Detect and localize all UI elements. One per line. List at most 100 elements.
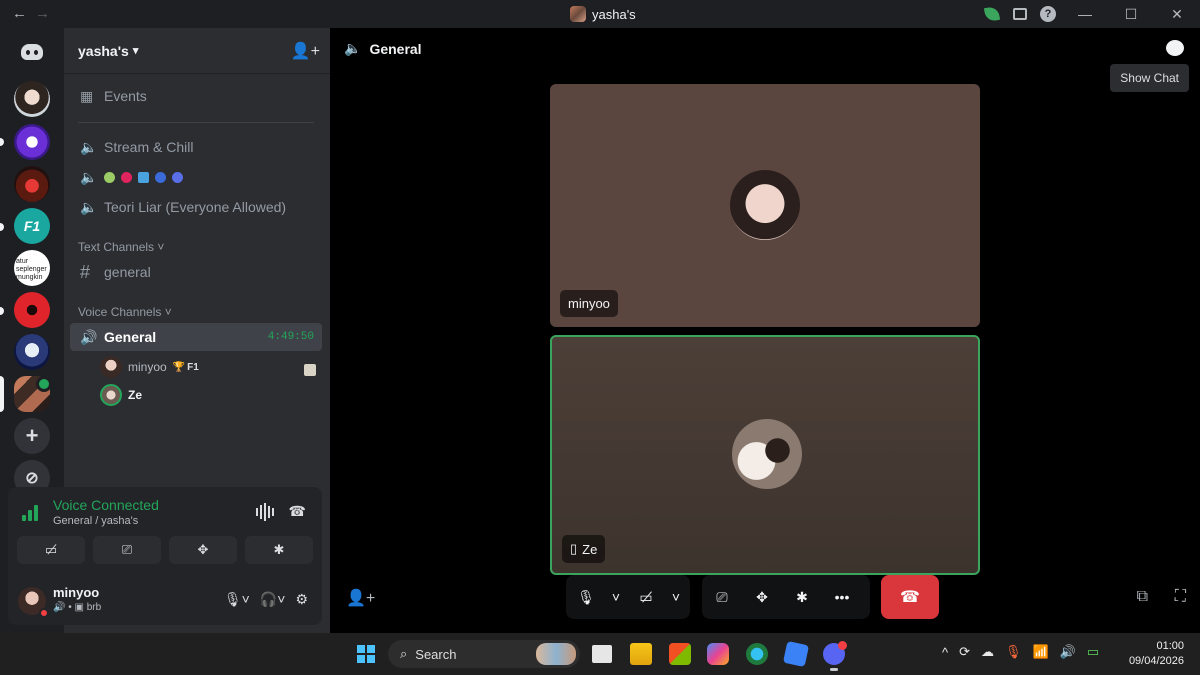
chevron-down-icon[interactable]: ˅ bbox=[606, 589, 626, 605]
voice-channel-general[interactable]: 🔊 General 4:49:50 bbox=[70, 323, 322, 351]
channel-label: Teori Liar (Everyone Allowed) bbox=[104, 199, 287, 215]
server-monster[interactable] bbox=[14, 166, 50, 202]
text-channel-general[interactable]: # general bbox=[70, 258, 322, 286]
chat-bubble-icon[interactable] bbox=[1166, 40, 1184, 56]
tile-name: minyoo bbox=[568, 296, 610, 311]
discord-home-icon[interactable] bbox=[14, 34, 50, 70]
speaker-icon: 🔈 bbox=[344, 40, 362, 56]
windows-start-icon[interactable] bbox=[357, 645, 375, 663]
wifi-icon[interactable]: 📶 bbox=[1033, 644, 1049, 660]
channel-label: general bbox=[104, 264, 151, 280]
server-portrait[interactable] bbox=[14, 81, 50, 117]
chevron-up-icon[interactable]: ^ bbox=[942, 645, 948, 660]
user-tag: F1 bbox=[187, 361, 199, 373]
user-panel: minyoo 🔊 • ▣ brb 🎙˅ 🎧˅ ⚙ bbox=[8, 579, 322, 619]
invite-people-icon[interactable]: 👤+ bbox=[291, 41, 320, 61]
speaker-icon: 🔈 bbox=[80, 168, 98, 185]
nameplate: ▯ Ze bbox=[562, 535, 606, 563]
maximize-button[interactable]: ☐ bbox=[1108, 6, 1154, 23]
channel-events[interactable]: ▦ Events bbox=[70, 82, 322, 110]
date: 09/04/2026 bbox=[1128, 655, 1184, 667]
system-tray: ^ ⟳ ☁ 🎙 📶 🔊 ▭ bbox=[942, 644, 1099, 660]
server-name: yasha's bbox=[78, 42, 129, 59]
chevron-down-icon[interactable]: ˅ bbox=[666, 589, 686, 605]
avatar bbox=[730, 170, 800, 240]
stage-title: General bbox=[369, 40, 422, 57]
camera-off-button[interactable]: ▭̸ bbox=[17, 536, 85, 564]
noise-suppression-icon[interactable] bbox=[256, 503, 274, 521]
voice-status[interactable]: Voice Connected bbox=[53, 497, 159, 513]
voice-user-name: Ze bbox=[128, 388, 143, 402]
headphones-icon[interactable]: 🎧˅ bbox=[260, 591, 286, 608]
copilot-icon[interactable] bbox=[707, 643, 729, 665]
selected-pill bbox=[0, 376, 4, 412]
sync-icon[interactable]: ⟳ bbox=[959, 644, 970, 660]
edge-icon[interactable] bbox=[746, 643, 768, 665]
share-screen-button[interactable]: ⎚ bbox=[702, 589, 742, 606]
arrow-left-icon[interactable]: ← bbox=[12, 5, 35, 22]
clock[interactable]: 01:00 09/04/2026 bbox=[1129, 639, 1184, 669]
search-input[interactable]: ⌕ Search bbox=[388, 640, 580, 668]
file-explorer-icon[interactable] bbox=[630, 643, 652, 665]
close-button[interactable]: ✕ bbox=[1154, 6, 1200, 23]
text-channels-category[interactable]: Text Channels ˅ bbox=[78, 240, 164, 254]
add-user-icon[interactable]: 👤+ bbox=[346, 588, 375, 608]
events-label: Events bbox=[104, 88, 147, 104]
microphone-button[interactable]: 🎙 bbox=[566, 589, 606, 606]
tile-name: Ze bbox=[582, 541, 598, 557]
server-text[interactable]: atur seplenger mungkin bbox=[14, 250, 50, 286]
fullscreen-icon[interactable]: ⛶ bbox=[1175, 588, 1186, 606]
task-view-icon[interactable] bbox=[592, 645, 612, 663]
voice-channel-teori[interactable]: 🔈 Teori Liar (Everyone Allowed) bbox=[70, 193, 322, 221]
share-screen-button[interactable]: ⎚ bbox=[93, 536, 161, 564]
roblox-icon[interactable] bbox=[782, 640, 810, 668]
video-tile-minyoo[interactable]: minyoo bbox=[550, 84, 980, 327]
microphone-icon[interactable]: 🎙˅ bbox=[224, 591, 250, 608]
volume-icon[interactable]: 🔊 bbox=[1060, 644, 1076, 660]
voice-user-minyoo[interactable]: minyoo 🏆 F1 bbox=[100, 355, 199, 379]
time: 01:00 bbox=[1156, 640, 1184, 652]
cloud-icon[interactable]: ☁ bbox=[981, 644, 994, 660]
minimize-button[interactable]: — bbox=[1062, 6, 1108, 22]
voice-location[interactable]: General / yasha's bbox=[53, 515, 138, 527]
server-skeleton[interactable] bbox=[14, 334, 50, 370]
popout-icon[interactable]: ⧉ bbox=[1137, 588, 1148, 606]
soundboard-button[interactable]: ✱ bbox=[782, 589, 822, 606]
server-f1[interactable]: F1 bbox=[14, 208, 50, 244]
activities-button[interactable]: ✥ bbox=[742, 589, 782, 606]
add-server-icon[interactable]: + bbox=[14, 418, 50, 454]
disconnect-icon[interactable]: ☎ bbox=[289, 503, 306, 520]
window-title-text: yasha's bbox=[592, 6, 636, 22]
server-purple[interactable] bbox=[14, 124, 50, 160]
settings-gear-icon[interactable]: ⚙ bbox=[295, 591, 308, 608]
help-icon[interactable]: ? bbox=[1034, 0, 1062, 28]
server-red[interactable] bbox=[14, 292, 50, 328]
user-status: 🔊 • ▣ brb bbox=[53, 602, 102, 613]
soundboard-button[interactable]: ✱ bbox=[245, 536, 313, 564]
end-call-button[interactable]: ☎ bbox=[881, 575, 939, 619]
voice-channel-emoji[interactable]: 🔈 bbox=[70, 163, 322, 191]
nitro-leaf-icon[interactable] bbox=[978, 0, 1006, 28]
signal-icon[interactable] bbox=[22, 505, 40, 521]
video-tile-ze[interactable]: ▯ Ze bbox=[550, 335, 980, 575]
inbox-icon[interactable] bbox=[1006, 0, 1034, 28]
emoji-label bbox=[104, 171, 183, 183]
voice-channel-stream[interactable]: 🔈 Stream & Chill bbox=[70, 133, 322, 161]
battery-icon[interactable]: ▭ bbox=[1087, 644, 1099, 660]
more-options-icon[interactable]: ••• bbox=[822, 589, 862, 605]
chevron-down-icon: ▾ bbox=[132, 45, 139, 57]
voice-stage: 🔈 General Show Chat minyoo ▯ Ze 👤+ 🎙 ˅ ▭̸… bbox=[330, 28, 1200, 633]
category-label: Voice Channels bbox=[78, 305, 162, 319]
microphone-icon[interactable]: 🎙 bbox=[1005, 644, 1022, 660]
arrow-right-icon[interactable]: → bbox=[35, 5, 58, 22]
avatar bbox=[732, 419, 802, 489]
voice-panel: Voice Connected General / yasha's ☎ ▭̸ ⎚… bbox=[8, 487, 322, 625]
store-icon[interactable] bbox=[669, 643, 691, 665]
activities-button[interactable]: ✥ bbox=[169, 536, 237, 564]
streaming-icon bbox=[304, 364, 316, 376]
camera-off-button[interactable]: ▭̸ bbox=[626, 589, 666, 606]
avatar bbox=[100, 356, 122, 378]
voice-user-ze[interactable]: Ze bbox=[100, 383, 142, 407]
stage-header: 🔈 General bbox=[344, 40, 422, 57]
voice-channels-category[interactable]: Voice Channels ˅ bbox=[78, 305, 172, 319]
